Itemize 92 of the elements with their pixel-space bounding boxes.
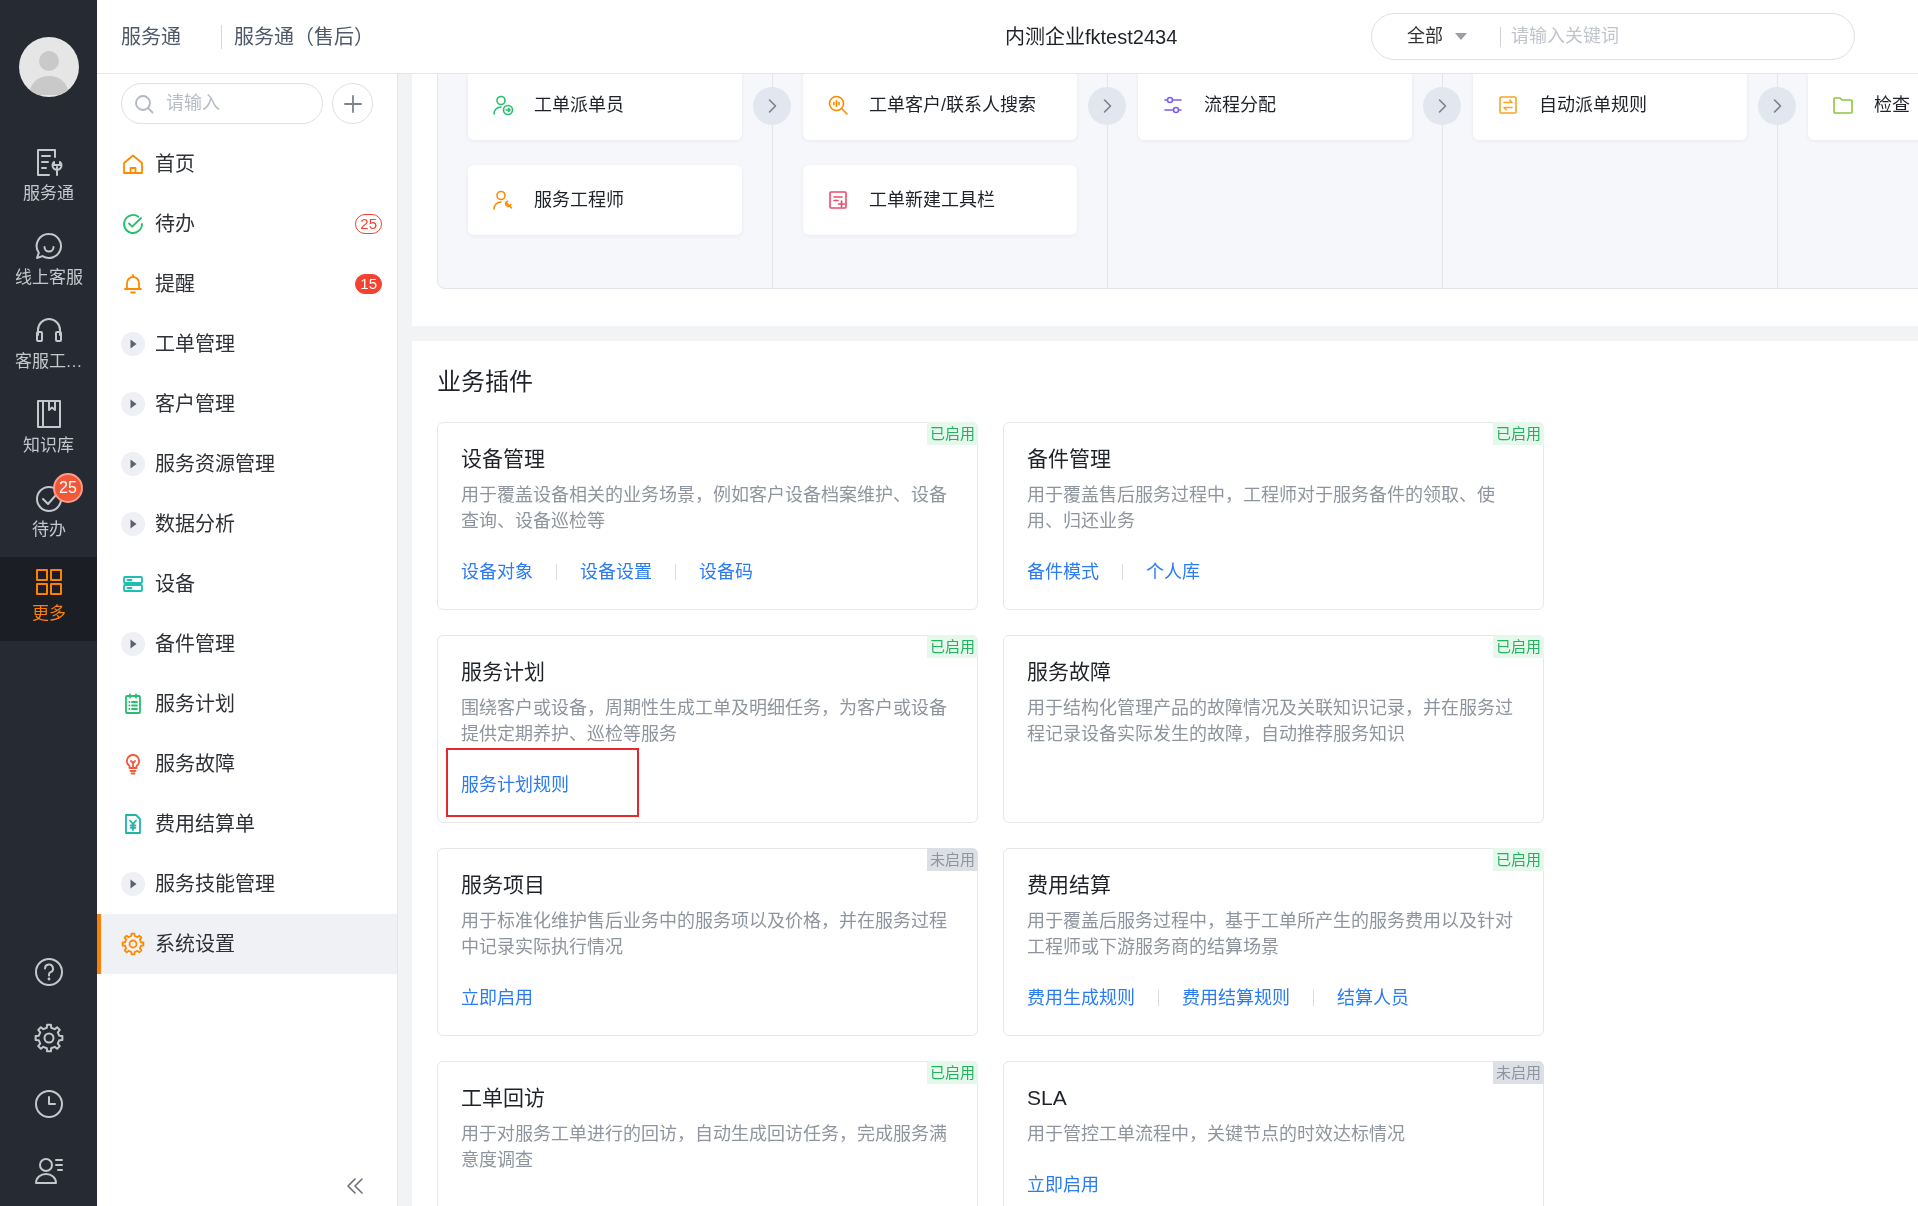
card-description: 用于结构化管理产品的故障情况及关联知识记录，并在服务过程记录设备实际发生的故障，自动推荐服务知识 — [1027, 697, 1514, 746]
module-name: 服务通（售后） — [234, 24, 374, 50]
sidebar-item[interactable]: 首页 — [97, 134, 397, 194]
company-title: 内测企业fktest2434 — [1005, 24, 1178, 50]
help-icon[interactable] — [33, 957, 64, 987]
rail-nav-item[interactable]: 服务通 — [0, 137, 97, 221]
sidebar-item[interactable]: 备件管理 — [97, 614, 397, 674]
card-description: 用于覆盖售后服务过程中，工程师对于服务备件的领取、使用、归还业务 — [1027, 484, 1496, 533]
search-input[interactable]: 请输入 — [166, 90, 316, 117]
card-description: 围绕客户或设备，周期性生成工单及明细任务，为客户或设备提供定期养护、巡检等服务 — [461, 697, 948, 746]
card-link[interactable]: 费用结算规则 — [1182, 988, 1290, 1008]
tool-card[interactable]: 自动派单规则 — [1473, 74, 1747, 140]
tool-card[interactable]: 工单客户/联系人搜索 — [803, 74, 1077, 140]
card-title: 服务项目 — [461, 872, 546, 898]
tool-card[interactable]: 流程分配 — [1138, 74, 1412, 140]
rail-nav-item[interactable]: 客服工… — [0, 305, 97, 389]
status-badge: 已启用 — [1493, 422, 1544, 445]
card-description: 用于标准化维护售后业务中的服务项以及价格，并在服务过程中记录实际执行情况 — [461, 910, 948, 959]
card-link[interactable]: 立即启用 — [461, 988, 533, 1008]
sidebar-item[interactable]: 数据分析 — [97, 494, 397, 554]
card-description: 用于覆盖后服务过程中，基于工单所产生的服务费用以及针对工程师或下游服务商的结算场景 — [1027, 910, 1514, 959]
tool-card[interactable]: 工单派单员 — [468, 74, 742, 140]
card-title: 费用结算 — [1027, 872, 1112, 898]
swap-document-icon — [1497, 94, 1519, 116]
card-title: 设备管理 — [461, 446, 546, 472]
check-circle-icon — [121, 212, 145, 236]
status-badge: 已启用 — [927, 1061, 978, 1084]
card-link[interactable]: 设备对象 — [461, 562, 533, 582]
magnifier-icon — [827, 94, 849, 116]
status-badge: 未启用 — [1493, 1061, 1544, 1084]
caret-down-icon — [1455, 33, 1467, 40]
rail-nav-item[interactable]: 线上客服 — [0, 221, 97, 305]
settings-icon — [121, 932, 145, 956]
collapse-icon[interactable] — [346, 1177, 364, 1195]
sidebar-item[interactable]: 工单管理 — [97, 314, 397, 374]
sidebar-item[interactable]: 费用结算单 — [97, 794, 397, 854]
card-description: 用于管控工单流程中，关键节点的时效达标情况 — [1027, 1123, 1406, 1146]
search-icon — [134, 93, 154, 114]
card-title: 备件管理 — [1027, 446, 1112, 472]
search-input[interactable]: 请输入关键词 — [1501, 21, 1801, 52]
folder-icon — [1832, 94, 1854, 116]
person-arrow-icon — [492, 94, 514, 116]
tool-card[interactable]: 服务工程师 — [468, 165, 742, 235]
status-badge: 未启用 — [927, 848, 978, 871]
count-badge: 15 — [355, 274, 382, 294]
person-wrench-icon — [492, 189, 514, 211]
sidebar-item[interactable]: 服务故障 — [97, 734, 397, 794]
card-link[interactable]: 设备码 — [699, 562, 753, 582]
card-link[interactable]: 设备设置 — [580, 562, 652, 582]
card-description: 用于对服务工单进行的回访，自动生成回访任务，完成服务满意度调查 — [461, 1123, 948, 1172]
sidebar-item[interactable]: 待办 25 — [97, 194, 397, 254]
card-link[interactable]: 备件模式 — [1027, 562, 1099, 582]
card-link[interactable]: 个人库 — [1146, 562, 1200, 582]
sidebar-item[interactable]: 客户管理 — [97, 374, 397, 434]
card-title: 服务计划 — [461, 659, 546, 685]
rail-nav-item[interactable]: 待办 25 — [0, 473, 97, 557]
bell-icon — [121, 272, 145, 296]
scope-dropdown[interactable]: 全部 — [1407, 23, 1467, 50]
user-list-icon[interactable] — [33, 1155, 64, 1185]
card-link[interactable]: 立即启用 — [1027, 1175, 1099, 1195]
app-name: 服务通 — [121, 24, 181, 50]
status-badge: 已启用 — [927, 635, 978, 658]
status-badge: 已启用 — [927, 422, 978, 445]
sidebar-item[interactable]: 系统设置 — [97, 914, 397, 974]
form-plus-icon — [827, 189, 849, 211]
card-link[interactable]: 结算人员 — [1337, 988, 1409, 1008]
sliders-icon — [1162, 94, 1184, 116]
add-button[interactable] — [332, 83, 373, 124]
rail-nav-item[interactable]: 更多 — [0, 557, 97, 641]
settings-icon[interactable] — [33, 1023, 64, 1053]
status-badge: 已启用 — [1493, 635, 1544, 658]
rail-nav-item[interactable]: 知识库 — [0, 389, 97, 473]
card-title: 工单回访 — [461, 1085, 546, 1111]
sidebar-item[interactable]: 服务资源管理 — [97, 434, 397, 494]
sidebar-item[interactable]: 服务计划 — [97, 674, 397, 734]
sidebar-item[interactable]: 服务技能管理 — [97, 854, 397, 914]
card-link[interactable]: 服务计划规则 — [461, 775, 569, 795]
clock-icon[interactable] — [33, 1089, 64, 1119]
card-link[interactable]: 费用生成规则 — [1027, 988, 1135, 1008]
home-icon — [121, 152, 145, 176]
status-badge: 已启用 — [1493, 848, 1544, 871]
card-description: 用于覆盖设备相关的业务场景，例如客户设备档案维护、设备查询、设备巡检等 — [461, 484, 948, 533]
tool-card[interactable]: 检查 — [1808, 74, 1918, 140]
card-title: 服务故障 — [1027, 659, 1112, 685]
plus-icon — [343, 94, 362, 113]
avatar-icon[interactable] — [18, 37, 79, 97]
count-badge: 25 — [53, 473, 83, 503]
sidebar-item[interactable]: 设备 — [97, 554, 397, 614]
section-title: 业务插件 — [437, 367, 534, 397]
card-title: SLA — [1027, 1085, 1068, 1111]
tool-card[interactable]: 工单新建工具栏 — [803, 165, 1077, 235]
sidebar-item[interactable]: 提醒 15 — [97, 254, 397, 314]
